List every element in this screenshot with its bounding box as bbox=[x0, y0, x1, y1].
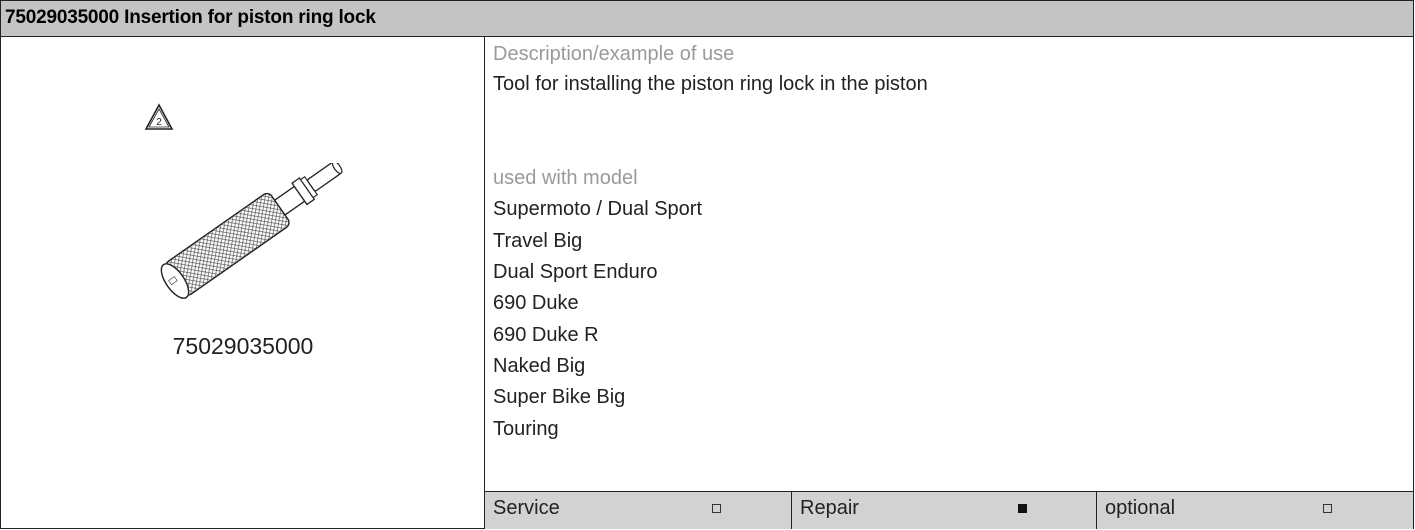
warning-number: 2 bbox=[156, 117, 162, 128]
model-item: Travel Big bbox=[493, 230, 583, 252]
repair-label: Repair bbox=[800, 497, 859, 519]
page-title: 75029035000 Insertion for piston ring lo… bbox=[5, 7, 376, 28]
description-panel: Description/example of use Tool for inst… bbox=[485, 37, 1413, 529]
repair-checkbox[interactable] bbox=[1018, 504, 1027, 513]
usage-category-bar: Service Repair optional bbox=[485, 491, 1413, 529]
repair-cell: Repair bbox=[791, 492, 1096, 529]
optional-cell: optional bbox=[1096, 492, 1413, 529]
description-text: Tool for installing the piston ring lock… bbox=[493, 73, 928, 95]
model-item: Dual Sport Enduro bbox=[493, 261, 658, 283]
model-item: Supermoto / Dual Sport bbox=[493, 198, 702, 220]
tool-illustration-panel: 2 75029035000 bbox=[1, 37, 485, 529]
description-label: Description/example of use bbox=[493, 43, 735, 65]
optional-checkbox[interactable] bbox=[1323, 504, 1332, 513]
model-item: Super Bike Big bbox=[493, 386, 626, 408]
model-item: 690 Duke bbox=[493, 292, 579, 314]
model-item: Naked Big bbox=[493, 355, 586, 377]
tool-image bbox=[160, 163, 343, 299]
part-number: 75029035000 bbox=[172, 333, 314, 359]
model-item: Touring bbox=[493, 418, 559, 440]
title-bar: 75029035000 Insertion for piston ring lo… bbox=[1, 1, 1413, 37]
warning-triangle-icon: 2 bbox=[144, 103, 174, 130]
service-cell: Service bbox=[485, 492, 791, 529]
service-checkbox[interactable] bbox=[712, 504, 721, 513]
models-label: used with model bbox=[493, 167, 638, 189]
model-item: 690 Duke R bbox=[493, 324, 599, 346]
optional-label: optional bbox=[1105, 497, 1176, 519]
service-label: Service bbox=[493, 497, 560, 519]
tool-sheet: 75029035000 Insertion for piston ring lo… bbox=[0, 0, 1414, 529]
